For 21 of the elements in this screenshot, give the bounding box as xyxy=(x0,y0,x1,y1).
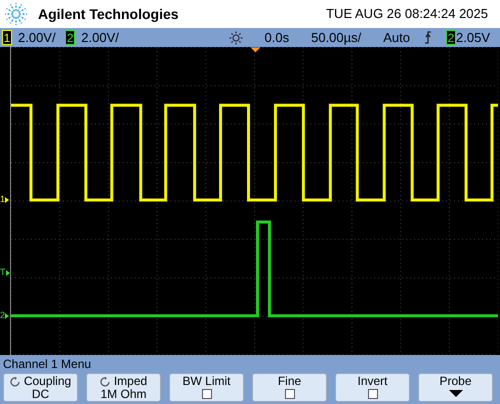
brand-name: Agilent Technologies xyxy=(38,4,179,24)
softkey[interactable]: Imped 1M Ohm xyxy=(86,373,161,402)
trigger-level: 2.05V xyxy=(456,28,490,47)
channel-marker: T xyxy=(0,268,10,277)
trigger-mode: Auto xyxy=(383,28,410,47)
softkey[interactable]: Probe xyxy=(418,373,493,402)
channel-scale: 2.00V/ xyxy=(18,28,56,47)
timebase-value: 50.00µs/ xyxy=(311,28,362,47)
channel-badge: 2 xyxy=(65,30,76,45)
date-time: TUE AUG 26 08:24:24 2025 xyxy=(326,5,488,24)
channel-badge: 2 xyxy=(446,30,456,46)
channel-badge: 1 xyxy=(2,30,12,45)
softkey[interactable]: Coupling DC xyxy=(3,373,78,402)
softkey[interactable]: BW Limit xyxy=(169,373,244,402)
softkey[interactable]: Invert xyxy=(335,373,410,402)
delay-value: 0.0s xyxy=(264,28,290,47)
channel-scale: 2.00V/ xyxy=(81,28,119,47)
softkey[interactable]: Fine xyxy=(252,373,327,402)
channel-marker: 2 xyxy=(0,311,10,320)
channel-marker: 1 xyxy=(0,195,10,204)
menu-title: Channel 1 Menu xyxy=(3,356,92,372)
